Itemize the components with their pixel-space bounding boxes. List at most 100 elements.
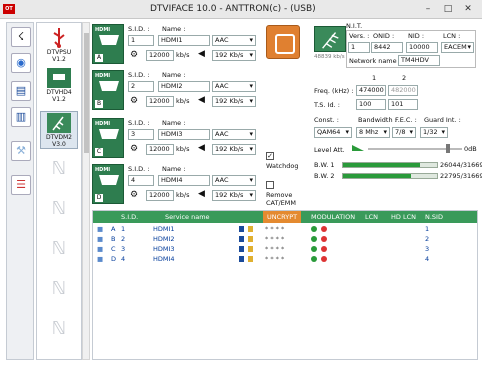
speaker-icon: ◀ (198, 95, 205, 105)
row-add-icon[interactable] (311, 235, 317, 243)
row-lock-icon[interactable] (248, 255, 253, 263)
name-input[interactable]: HDMI1 (158, 35, 210, 46)
hdmi-input-icon: HDMI C (92, 118, 124, 158)
rate-icon: ⚙ (130, 96, 139, 106)
name-label: Name : (162, 119, 186, 127)
table-row[interactable]: ■ B 2 HDMI2 * * * * 2 (93, 235, 477, 244)
channel-b: HDMI B S.I.D. : Name : 2 HDMI2 AAC ⚙ 1200… (92, 70, 260, 112)
audio-codec-select[interactable]: AAC (212, 175, 256, 186)
name-input[interactable]: HDMI3 (158, 129, 210, 140)
scrollbar-thumb[interactable] (84, 33, 89, 153)
antenna-rate: 48839 kb/s (314, 54, 345, 60)
audio-codec-select[interactable]: AAC (212, 35, 256, 46)
onid-input[interactable]: 8442 (371, 42, 403, 53)
channel-a: HDMI A S.I.D. : Name : 1 HDMI1 AAC ⚙ 1200… (92, 24, 260, 66)
hdmi-label: HDMI (95, 27, 111, 33)
minimize-button[interactable]: – (420, 2, 436, 16)
hdmi-module-icon (47, 68, 71, 88)
device-dm2[interactable]: DTVDM2 V3.0 (40, 111, 78, 149)
remove-cat-checkbox[interactable] (266, 181, 274, 189)
table-row[interactable]: ■ A 1 HDMI1 * * * * 1 (93, 225, 477, 234)
usb-connect-icon[interactable]: ☇ (11, 27, 31, 47)
row-add-icon[interactable] (311, 225, 317, 233)
freq1-input[interactable]: 474000 (356, 85, 386, 96)
save-icon[interactable]: ▤ (11, 81, 31, 101)
hdmi-label: HDMI (95, 167, 111, 173)
globe-icon[interactable]: ◉ (11, 53, 31, 73)
row-uncrypt-flags: * * * * (265, 245, 285, 253)
row-remove-icon[interactable] (321, 255, 327, 263)
row-sid: 4 (121, 255, 126, 263)
audio-bitrate-select[interactable]: 192 Kb/s (212, 144, 256, 155)
table-row[interactable]: ■ D 4 HDMI4 * * * * 4 (93, 255, 477, 264)
service-table: S.I.D. Service name UNCRYPT MODULATION L… (92, 210, 478, 360)
freq2-input[interactable]: 482000 (388, 85, 418, 96)
name-input[interactable]: HDMI4 (158, 175, 210, 186)
col-modulation: MODULATION (311, 213, 356, 221)
sid-input[interactable]: 1 (128, 35, 154, 46)
lcn-select[interactable]: EACEM (441, 42, 474, 53)
level-label: Level Att. (314, 146, 345, 154)
row-edit-icon[interactable] (239, 255, 244, 263)
row-name: HDMI2 (153, 235, 175, 243)
device-scrollbar[interactable] (82, 22, 90, 360)
row-lock-icon[interactable] (248, 245, 253, 253)
nid-label: NID : (408, 32, 425, 40)
row-edit-icon[interactable] (239, 225, 244, 233)
row-input: D (111, 255, 117, 263)
input-letter: A (95, 54, 103, 62)
bw1-value: 26044/31669 (440, 161, 482, 169)
sid-input[interactable]: 2 (128, 81, 154, 92)
audio-codec-select[interactable]: AAC (212, 129, 256, 140)
video-rate-input[interactable]: 12000 (146, 190, 174, 201)
col-lcn: LCN (365, 213, 379, 221)
watchdog-checkbox[interactable]: ✓ (266, 152, 274, 160)
sid-input[interactable]: 4 (128, 175, 154, 186)
video-rate-input[interactable]: 12000 (146, 96, 174, 107)
const-select[interactable]: QAM64 (314, 127, 352, 138)
nid-input[interactable]: 10000 (406, 42, 438, 53)
row-add-icon[interactable] (311, 255, 317, 263)
report-icon[interactable]: ☰ (11, 175, 31, 195)
device-hd4[interactable]: DTVHD4 V1.2 (40, 67, 78, 103)
col-uncrypt: UNCRYPT (263, 211, 302, 223)
video-rate-input[interactable]: 12000 (146, 50, 174, 61)
onid-label: ONID : (373, 32, 395, 40)
tsid1-input[interactable]: 100 (356, 99, 386, 110)
row-remove-icon[interactable] (321, 245, 327, 253)
row-lock-icon[interactable] (248, 235, 253, 243)
fec-select[interactable]: 7/8 (392, 127, 416, 138)
network-input[interactable]: TM4HDV (398, 55, 440, 66)
tsid2-input[interactable]: 101 (388, 99, 418, 110)
sid-input[interactable]: 3 (128, 129, 154, 140)
level-slider-handle[interactable] (446, 144, 450, 153)
level-value: 0dB (464, 145, 477, 153)
bw1-fill (343, 163, 421, 167)
close-button[interactable]: ✕ (460, 2, 476, 16)
hdmi-label: HDMI (95, 121, 111, 127)
row-remove-icon[interactable] (321, 235, 327, 243)
guard-select[interactable]: 1/32 (420, 127, 448, 138)
audio-bitrate-select[interactable]: 192 Kb/s (212, 96, 256, 107)
vers-input[interactable]: 1 (348, 42, 370, 53)
audio-codec-select[interactable]: AAC (212, 81, 256, 92)
left-toolbar: ☇ ◉ ▤ ▥ ⚒ ☰ (6, 22, 34, 360)
audio-bitrate-select[interactable]: 192 Kb/s (212, 190, 256, 201)
row-edit-icon[interactable] (239, 235, 244, 243)
name-input[interactable]: HDMI2 (158, 81, 210, 92)
row-lock-icon[interactable] (248, 225, 253, 233)
device-psu[interactable]: DTVPSU V1.2 (40, 27, 78, 63)
col1-header: 1 (372, 74, 377, 82)
video-rate-input[interactable]: 12000 (146, 144, 174, 155)
row-remove-icon[interactable] (321, 225, 327, 233)
maximize-button[interactable]: □ (440, 2, 456, 16)
row-add-icon[interactable] (311, 245, 317, 253)
input-letter: C (95, 148, 103, 156)
row-edit-icon[interactable] (239, 245, 244, 253)
name-label: Name : (162, 71, 186, 79)
save-as-icon[interactable]: ▥ (11, 107, 31, 127)
audio-bitrate-select[interactable]: 192 Kb/s (212, 50, 256, 61)
bandwidth-select[interactable]: 8 Mhz (356, 127, 390, 138)
table-row[interactable]: ■ C 3 HDMI3 * * * * 3 (93, 245, 477, 254)
tools-icon[interactable]: ⚒ (11, 141, 31, 161)
